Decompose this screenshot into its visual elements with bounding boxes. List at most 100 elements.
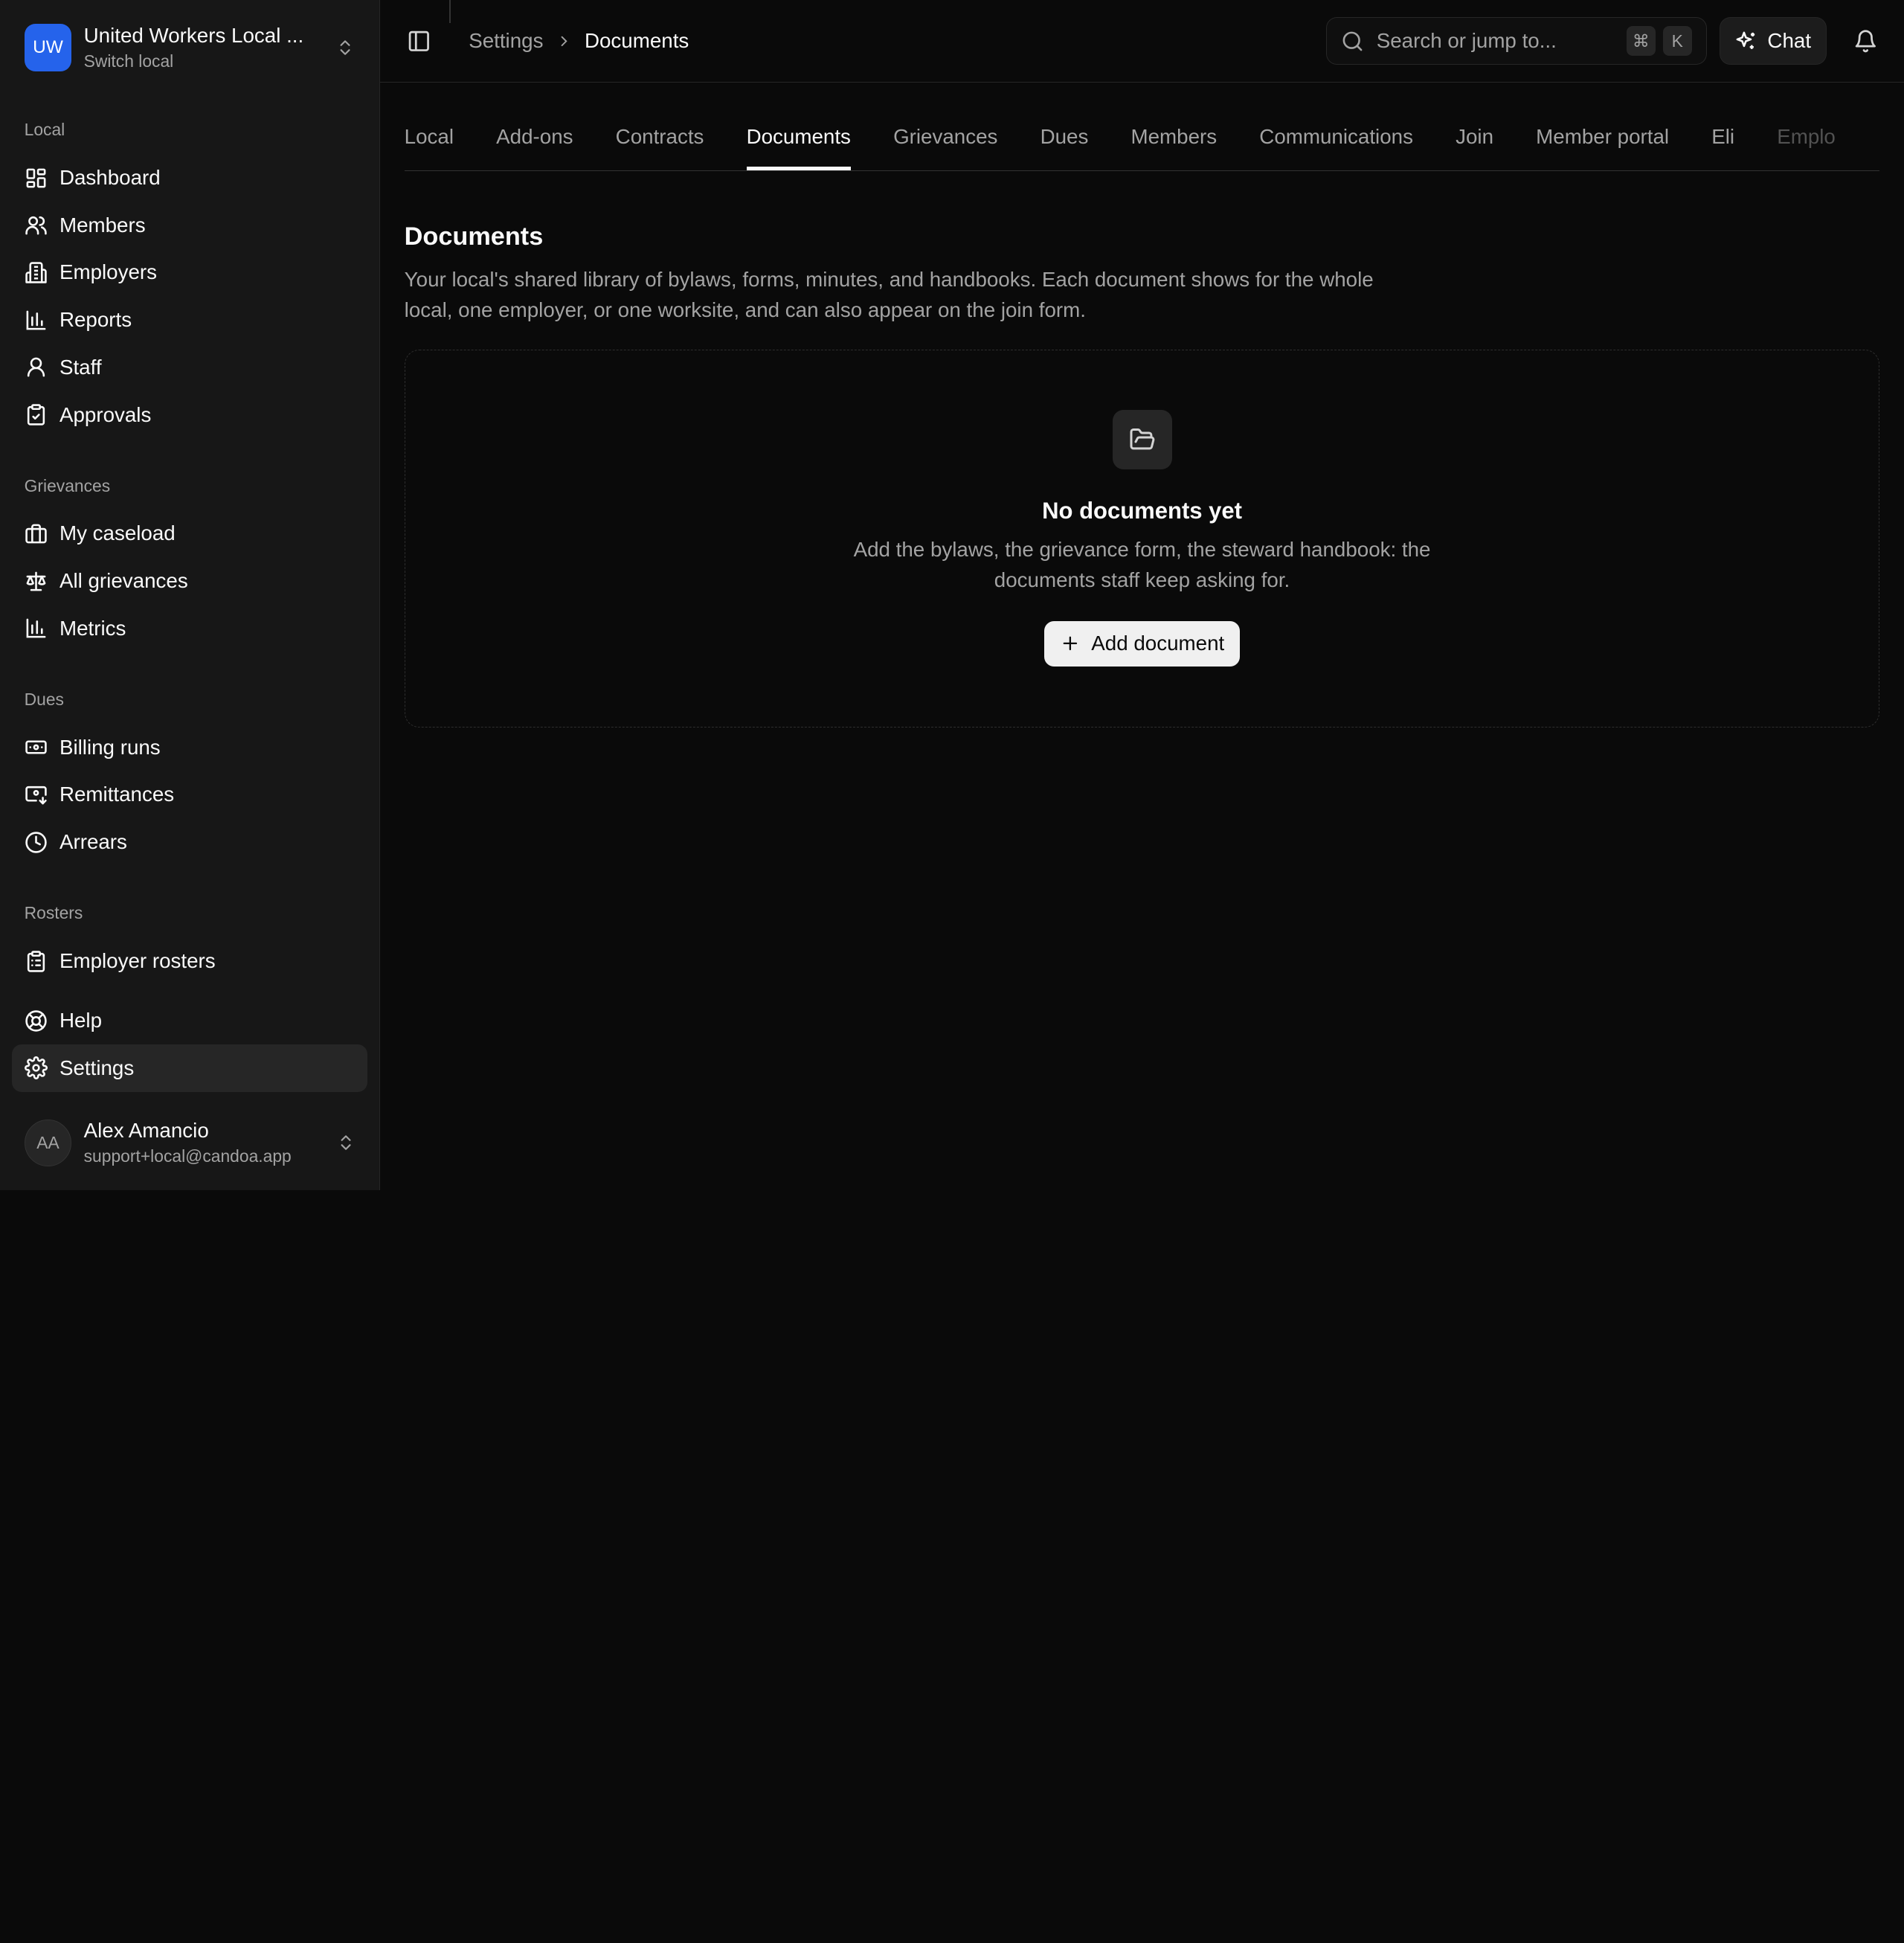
search-icon — [1342, 31, 1363, 51]
k-key: K — [1662, 26, 1692, 56]
sidebar-item-billing-runs[interactable]: Billing runs — [12, 724, 367, 771]
sidebar-item-label: My caseload — [59, 521, 176, 545]
sidebar-item-label: Approvals — [59, 402, 152, 426]
sidebar-item-employers[interactable]: Employers — [12, 249, 367, 297]
sidebar-item-label: Employers — [59, 260, 158, 284]
sidebar-item-label: Employer rosters — [59, 949, 216, 973]
search-input[interactable]: Search or jump to... ⌘ K — [1325, 17, 1708, 65]
command-key: ⌘ — [1626, 26, 1656, 56]
sidebar-item-reports[interactable]: Reports — [12, 296, 367, 344]
sidebar-item-label: All grievances — [59, 569, 188, 593]
panel-left-icon — [408, 30, 429, 51]
sidebar-item-members[interactable]: Members — [12, 202, 367, 249]
sidebar-item-dashboard[interactable]: Dashboard — [12, 154, 367, 202]
nav-section-local: Local Dashboard Members Employers Report… — [0, 118, 379, 438]
tab-dues[interactable]: Dues — [1041, 83, 1089, 170]
sidebar-item-label: Metrics — [59, 616, 126, 640]
chevron-right-icon — [561, 36, 567, 46]
switch-local-label: Switch local — [83, 51, 174, 71]
sidebar-item-label: Billing runs — [59, 735, 161, 759]
search-placeholder: Search or jump to... — [1376, 29, 1557, 52]
breadcrumb-current: Documents — [584, 29, 689, 52]
clipboard-list-icon — [27, 950, 45, 972]
sidebar-item-arrears[interactable]: Arrears — [12, 818, 367, 866]
tab-local[interactable]: Local — [405, 83, 454, 170]
clock-icon — [25, 831, 47, 853]
add-document-label: Add document — [1091, 632, 1225, 655]
users-icon — [25, 216, 47, 235]
settings-content: Local Add-ons Contracts Documents Grieva… — [380, 83, 1904, 728]
sidebar-item-label: Remittances — [59, 783, 175, 806]
section-label-rosters: Rosters — [24, 903, 83, 923]
section-label-grievances: Grievances — [24, 475, 111, 495]
empty-state-icon-tile — [1112, 409, 1172, 469]
sidebar-item-settings[interactable]: Settings — [12, 1044, 367, 1092]
plus-icon — [1063, 637, 1077, 651]
topbar: Settings Documents Search or jump to... … — [380, 0, 1904, 83]
tab-add-ons[interactable]: Add-ons — [496, 83, 573, 170]
banknote-arrow-icon — [25, 786, 47, 805]
sidebar-item-all-grievances[interactable]: All grievances — [12, 557, 367, 605]
tab-member-portal[interactable]: Member portal — [1536, 83, 1669, 170]
tab-join[interactable]: Join — [1456, 83, 1493, 170]
sidebar-item-label: Help — [59, 1009, 103, 1032]
sidebar-item-help[interactable]: Help — [12, 997, 367, 1044]
bar-chart-icon — [26, 310, 46, 330]
sidebar-item-label: Members — [59, 213, 146, 237]
sidebar-item-label: Reports — [59, 308, 132, 332]
tab-contracts[interactable]: Contracts — [616, 83, 704, 170]
nav-section-grievances: Grievances My caseload All grievances Me… — [0, 474, 379, 652]
tab-members[interactable]: Members — [1131, 83, 1218, 170]
bar-chart-icon — [26, 618, 46, 638]
sidebar-item-remittances[interactable]: Remittances — [12, 771, 367, 819]
sidebar-item-staff[interactable]: Staff — [12, 344, 367, 391]
sidebar-item-label: Dashboard — [59, 166, 161, 190]
sidebar-item-my-caseload[interactable]: My caseload — [12, 510, 367, 558]
empty-state: No documents yet Add the bylaws, the gri… — [404, 349, 1880, 728]
user-icon — [27, 357, 45, 377]
sidebar-item-label: Arrears — [59, 830, 127, 854]
divider — [449, 0, 451, 24]
tab-employers[interactable]: Emplo — [1777, 83, 1836, 170]
folder-open-icon — [1130, 428, 1154, 450]
section-label-local: Local — [24, 120, 65, 140]
notifications-button[interactable] — [1850, 26, 1879, 55]
chevrons-up-down-icon — [340, 39, 350, 55]
chevrons-up-down-icon — [341, 1135, 351, 1151]
building-icon — [25, 262, 47, 283]
user-email: support+local@candoa.app — [83, 1146, 292, 1166]
tab-grievances[interactable]: Grievances — [893, 83, 997, 170]
chat-button[interactable]: Chat — [1719, 17, 1827, 65]
tab-eli[interactable]: Eli — [1711, 83, 1734, 170]
tab-documents[interactable]: Documents — [746, 83, 851, 171]
nav-section-footer: Help Settings — [0, 997, 379, 1092]
section-label-dues: Dues — [24, 690, 64, 709]
sidebar-item-approvals[interactable]: Approvals — [12, 391, 367, 439]
scale-icon — [26, 571, 46, 591]
avatar: AA — [24, 1119, 72, 1167]
clipboard-check-icon — [27, 404, 45, 425]
breadcrumb-settings[interactable]: Settings — [469, 29, 543, 53]
life-buoy-icon — [25, 1009, 47, 1032]
toggle-sidebar-button[interactable] — [405, 26, 434, 55]
briefcase-icon — [25, 524, 47, 544]
nav-section-dues: Dues Billing runs Remittances Arrears — [0, 687, 379, 866]
chat-label: Chat — [1767, 29, 1812, 52]
bell-icon — [1855, 30, 1876, 52]
local-switcher[interactable]: UW United Workers Local ... Switch local — [0, 0, 379, 94]
page-description: Your local's shared library of bylaws, f… — [404, 267, 1374, 321]
banknote-icon — [25, 740, 47, 754]
empty-state-title: No documents yet — [1042, 497, 1242, 524]
nav-section-rosters: Rosters Employer rosters — [0, 901, 379, 985]
user-menu[interactable]: AA Alex Amancio support+local@candoa.app — [0, 1096, 380, 1190]
sidebar-item-employer-rosters[interactable]: Employer rosters — [12, 937, 367, 985]
page-title: Documents — [404, 222, 544, 251]
sidebar: UW United Workers Local ... Switch local… — [0, 0, 381, 1191]
sidebar-item-metrics[interactable]: Metrics — [12, 605, 367, 652]
gear-icon — [24, 1056, 48, 1080]
add-document-button[interactable]: Add document — [1043, 621, 1241, 667]
sparkles-icon — [1736, 31, 1755, 49]
tab-communications[interactable]: Communications — [1259, 83, 1413, 170]
sidebar-item-label: Staff — [59, 355, 102, 379]
local-name: United Workers Local ... — [83, 23, 304, 47]
